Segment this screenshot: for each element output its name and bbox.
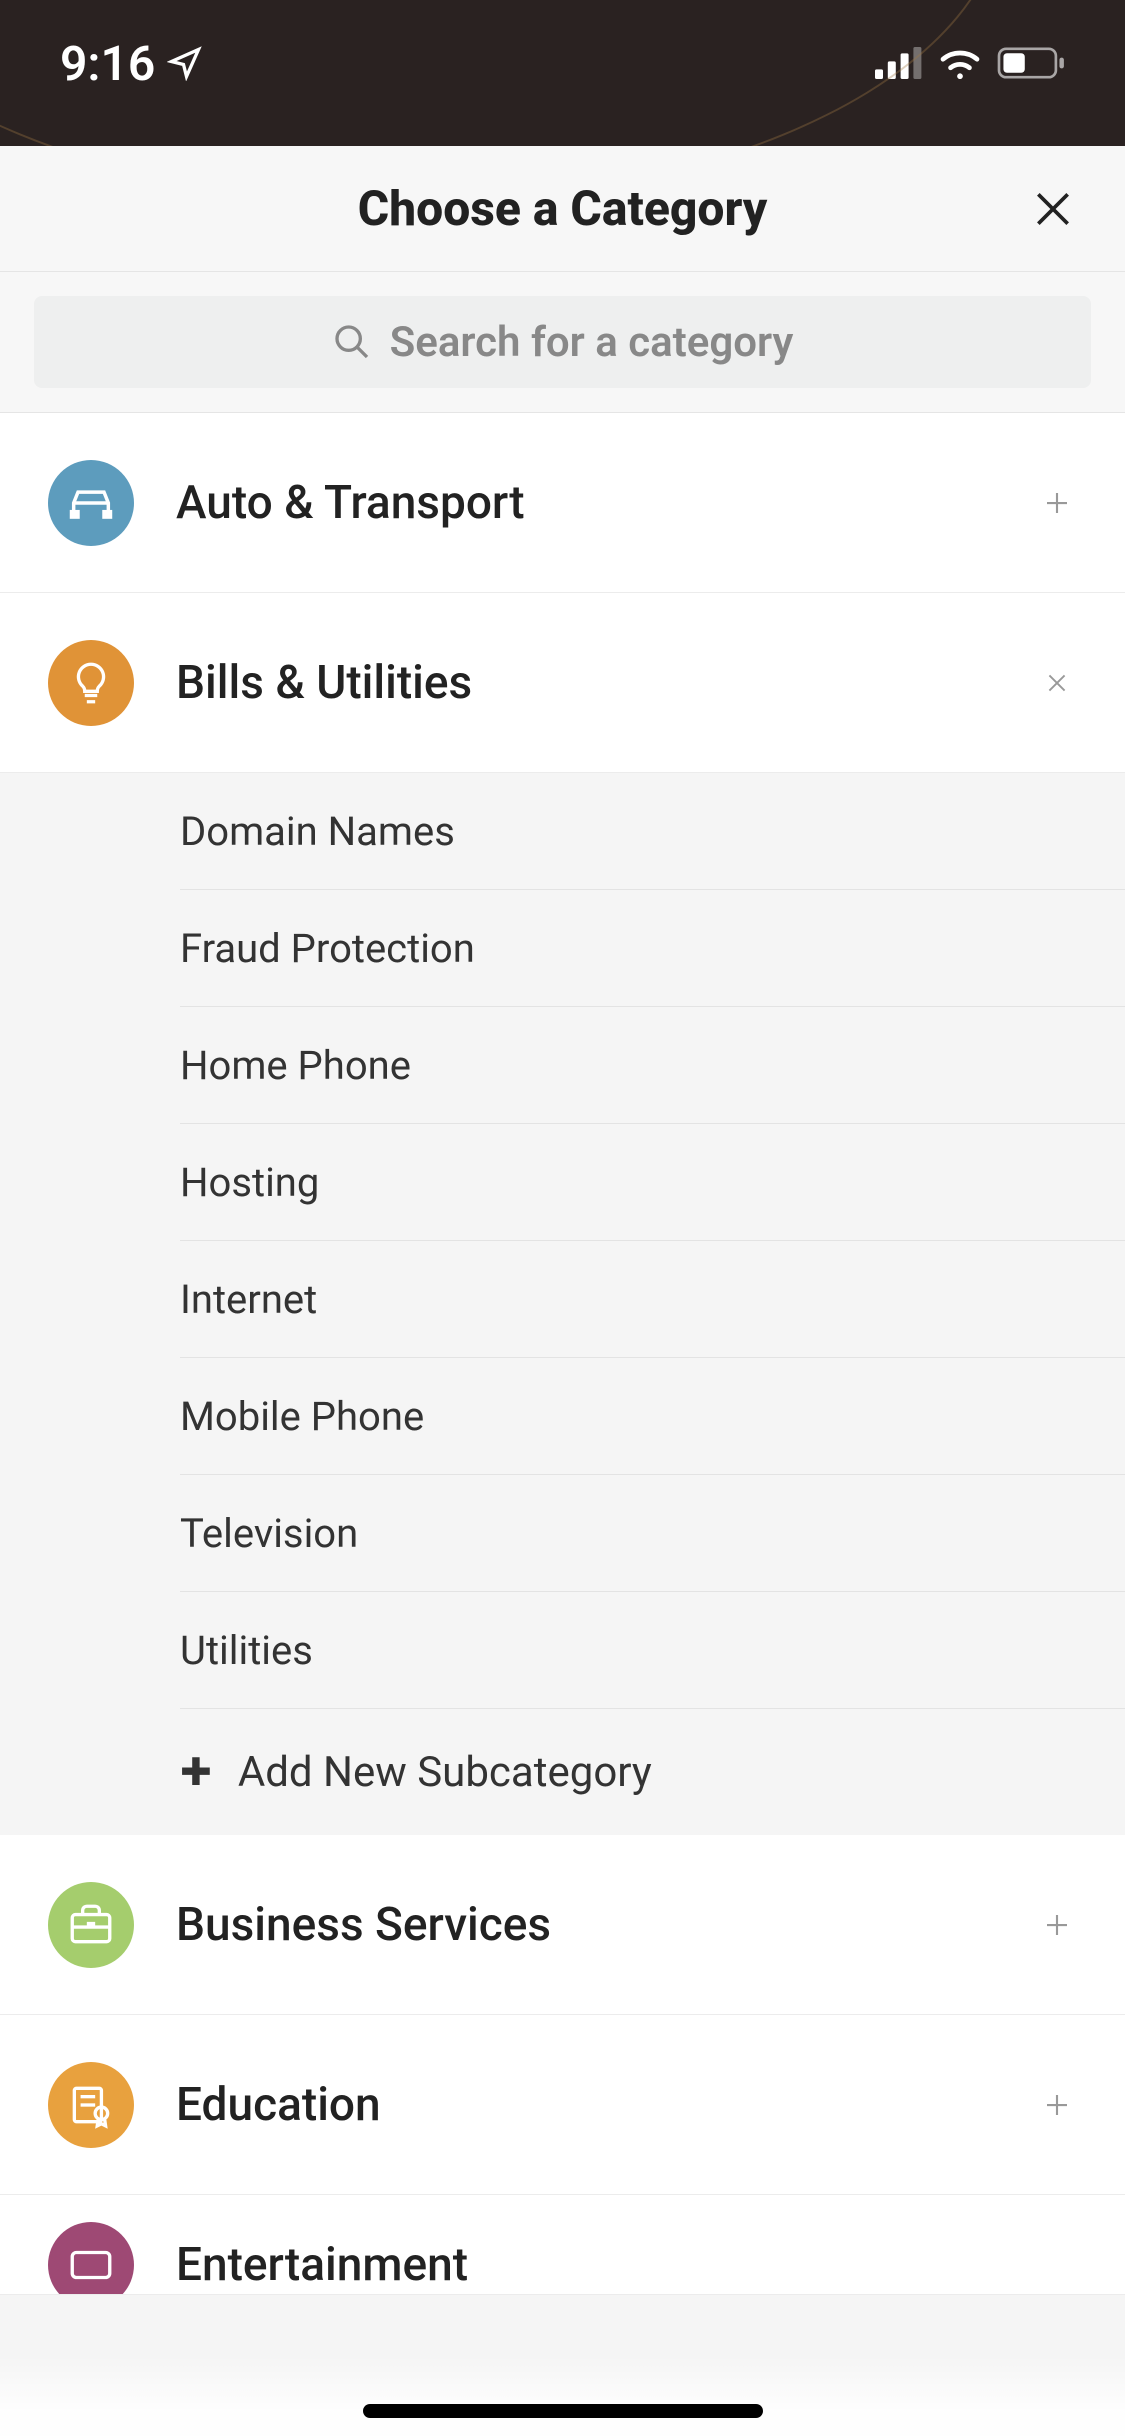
subcategory-label: Hosting [180, 1159, 319, 1206]
category-label: Education [176, 2078, 995, 2132]
status-time: 9:16 [60, 35, 203, 92]
add-subcategory-button[interactable]: ✚ Add New Subcategory [180, 1709, 1125, 1835]
entertainment-icon [48, 2222, 134, 2296]
collapse-button[interactable] [1037, 663, 1077, 703]
lightbulb-icon [48, 640, 134, 726]
subcategory-home-phone[interactable]: Home Phone [180, 1007, 1125, 1124]
battery-icon [997, 47, 1065, 79]
category-auto-transport[interactable]: Auto & Transport [0, 413, 1125, 593]
close-small-icon [1044, 670, 1070, 696]
home-indicator[interactable] [363, 2404, 763, 2418]
add-subcategory-label: Add New Subcategory [238, 1748, 652, 1797]
status-bar: 9:16 [0, 0, 1125, 146]
category-bills-utilities[interactable]: Bills & Utilities [0, 593, 1125, 773]
subcategory-label: Utilities [180, 1627, 313, 1674]
plus-icon [1042, 2090, 1072, 2120]
subcategory-television[interactable]: Television [180, 1475, 1125, 1592]
close-icon [1031, 187, 1075, 231]
expand-button[interactable] [1037, 483, 1077, 523]
search-placeholder: Search for a category [390, 318, 794, 367]
subcategory-mobile-phone[interactable]: Mobile Phone [180, 1358, 1125, 1475]
category-education[interactable]: Education [0, 2015, 1125, 2195]
cellular-icon [875, 47, 923, 79]
plus-icon: ✚ [180, 1750, 212, 1795]
subcategory-label: Domain Names [180, 808, 455, 855]
subcategory-list: Domain Names Fraud Protection Home Phone… [0, 773, 1125, 1835]
status-time-text: 9:16 [60, 35, 155, 92]
category-label: Bills & Utilities [176, 656, 995, 710]
subcategory-label: Fraud Protection [180, 925, 475, 972]
expand-button[interactable] [1037, 1905, 1077, 1945]
subcategory-internet[interactable]: Internet [180, 1241, 1125, 1358]
subcategory-label: Television [180, 1510, 358, 1557]
subcategory-fraud-protection[interactable]: Fraud Protection [180, 890, 1125, 1007]
subcategory-label: Home Phone [180, 1042, 411, 1089]
car-icon [48, 460, 134, 546]
briefcase-icon [48, 1882, 134, 1968]
expand-button[interactable] [1037, 2085, 1077, 2125]
subcategory-label: Mobile Phone [180, 1393, 424, 1440]
footer-fade [0, 2356, 1125, 2436]
plus-icon [1042, 1910, 1072, 1940]
category-label: Auto & Transport [176, 476, 995, 530]
page-title: Choose a Category [358, 180, 768, 237]
location-icon [167, 45, 203, 81]
category-business-services[interactable]: Business Services [0, 1835, 1125, 2015]
certificate-icon [48, 2062, 134, 2148]
close-button[interactable] [1023, 179, 1083, 239]
subcategory-utilities[interactable]: Utilities [180, 1592, 1125, 1709]
category-list: Auto & Transport Bills & Utilities Domai… [0, 413, 1125, 2295]
subcategory-label: Internet [180, 1276, 317, 1323]
category-label: Business Services [176, 1898, 995, 1952]
page-header: Choose a Category [0, 146, 1125, 272]
search-input[interactable]: Search for a category [34, 296, 1091, 388]
wifi-icon [937, 46, 983, 80]
search-icon [332, 322, 372, 362]
category-label: Entertainment [176, 2238, 1077, 2292]
subcategory-domain-names[interactable]: Domain Names [180, 773, 1125, 890]
subcategory-hosting[interactable]: Hosting [180, 1124, 1125, 1241]
plus-icon [1042, 488, 1072, 518]
status-indicators [875, 46, 1065, 80]
search-container: Search for a category [0, 272, 1125, 413]
category-entertainment[interactable]: Entertainment [0, 2195, 1125, 2295]
